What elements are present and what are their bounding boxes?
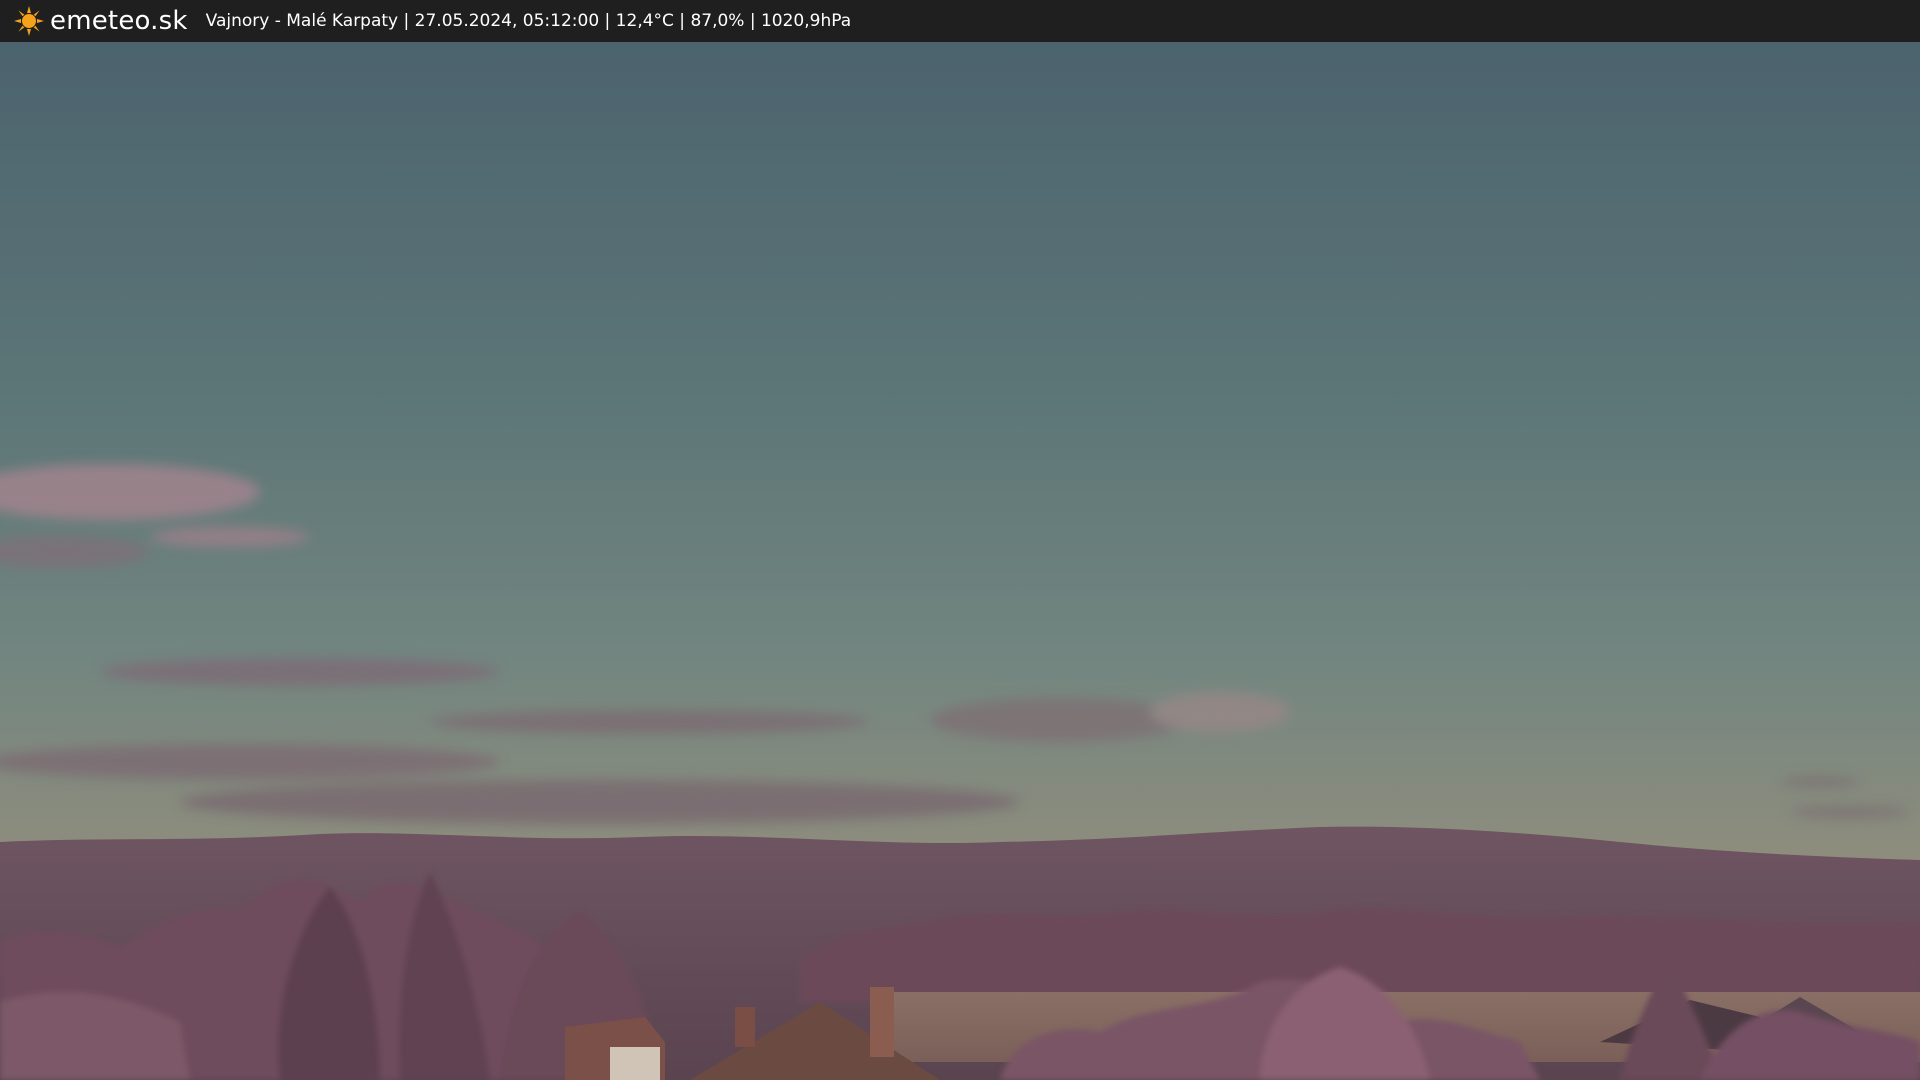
weather-caption: Vajnory - Malé Karpaty | 27.05.2024, 05:… — [205, 11, 852, 31]
sun-icon — [12, 4, 46, 38]
webcam-image — [0, 42, 1920, 1080]
webcam-page: emeteo.sk Vajnory - Malé Karpaty | 27.05… — [0, 0, 1920, 1080]
top-bar: emeteo.sk Vajnory - Malé Karpaty | 27.05… — [0, 0, 1920, 42]
site-logo-text[interactable]: emeteo.sk — [50, 6, 188, 36]
